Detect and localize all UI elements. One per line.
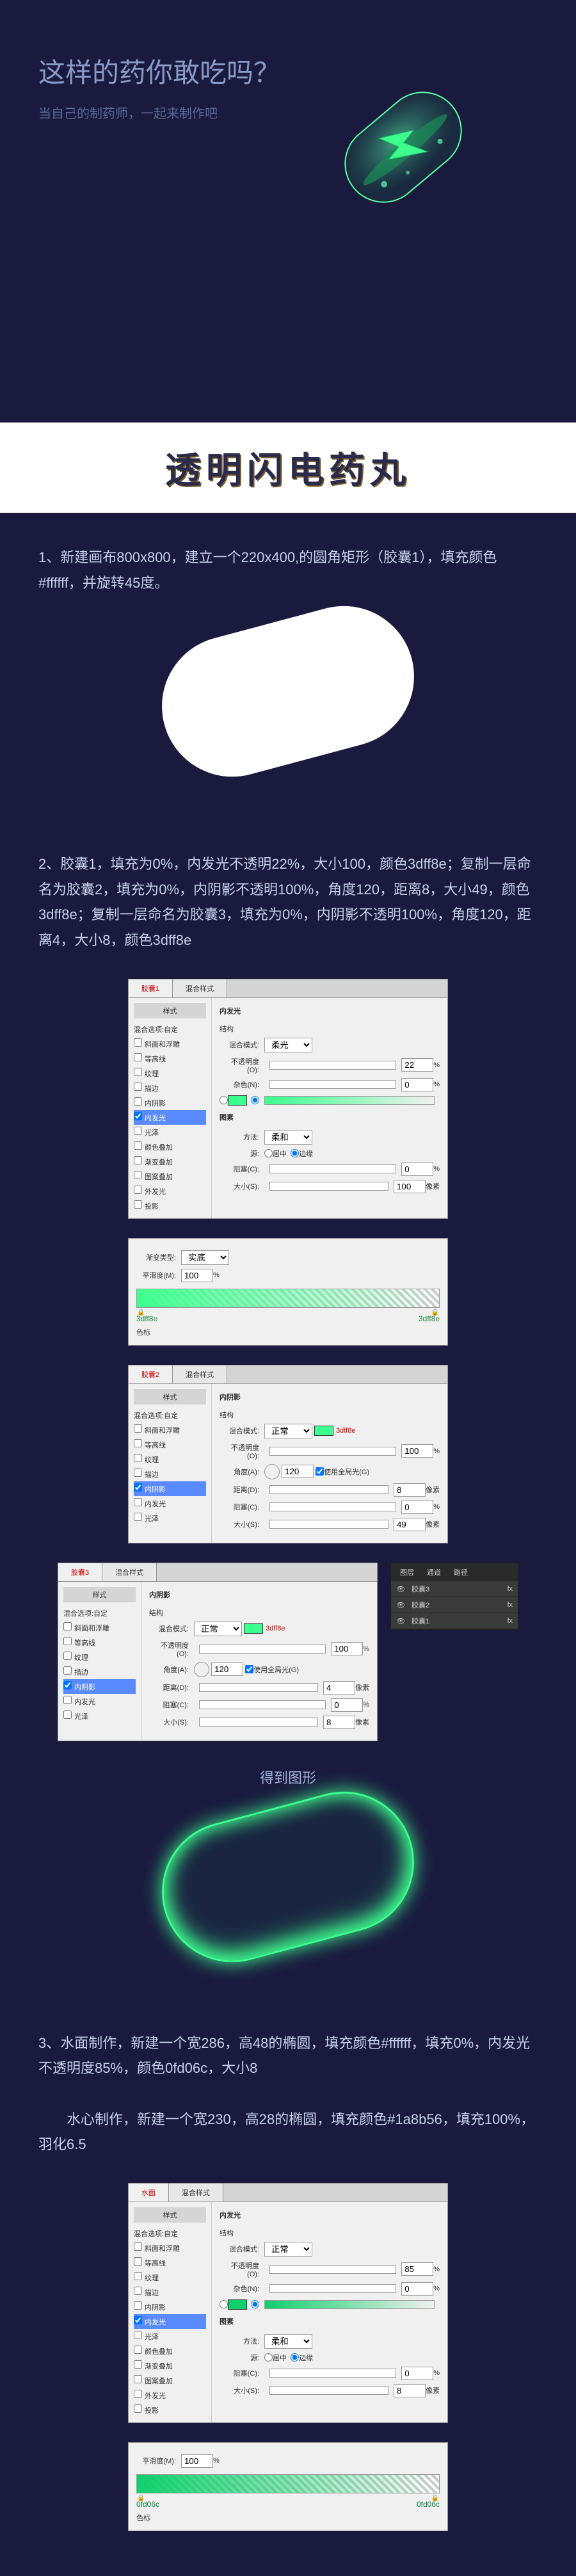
smooth-input[interactable] bbox=[181, 1269, 213, 1282]
lock-right-icon: 🔒 bbox=[431, 1309, 439, 1316]
noise-slider[interactable] bbox=[269, 1080, 396, 1089]
eye-icon[interactable]: 👁 bbox=[396, 1585, 406, 1593]
choke-slider[interactable] bbox=[269, 1164, 396, 1173]
white-capsule-shape bbox=[146, 590, 429, 793]
blend-mode-select[interactable]: 柔光 bbox=[264, 1038, 312, 1052]
source-center-radio[interactable] bbox=[264, 1149, 273, 1157]
opt-drop-shadow[interactable]: 投影 bbox=[134, 1198, 206, 1213]
method-label: 方法: bbox=[220, 1132, 264, 1142]
layer-style-panel-3: 胶囊3 混合样式 样式 混合选项:自定 斜面和浮雕 等高线 纹理 描边 内阴影 … bbox=[58, 1563, 378, 1741]
gradient-editor-2: 平滑度(M):% 🔒 🔒 0fd06c 0fd06c 色标 bbox=[128, 2442, 448, 2531]
pill-hero-illustration bbox=[294, 38, 512, 256]
color-swatch-2[interactable] bbox=[314, 1426, 333, 1436]
smooth-label: 平滑度(M): bbox=[136, 1270, 181, 1280]
section-structure: 结构 bbox=[220, 1024, 440, 1034]
size-label: 大小(S): bbox=[220, 1181, 264, 1191]
step-3-text: 3、水面制作，新建一个宽286，高48的椭圆，填充颜色#ffffff，填充0%，… bbox=[38, 2031, 538, 2081]
noise-label: 杂色(N): bbox=[220, 1079, 264, 1090]
layer-style-panel-2: 胶囊2 混合样式 样式 混合选项:自定 斜面和浮雕 等高线 纹理 描边 内阴影 … bbox=[128, 1365, 448, 1543]
lock-left-icon: 🔒 bbox=[137, 1309, 145, 1316]
layer-row[interactable]: 👁胶囊1fx bbox=[391, 1613, 518, 1629]
banner-title: 透明闪电药丸 bbox=[0, 423, 576, 513]
panel-tab-capsule2[interactable]: 胶囊2 bbox=[129, 1365, 173, 1383]
opt-inner-glow[interactable]: 内发光 bbox=[134, 1110, 206, 1125]
noise-input[interactable] bbox=[401, 1078, 433, 1091]
gradient-type-select[interactable]: 实底 bbox=[181, 1250, 229, 1265]
panel-tab-capsule1[interactable]: 胶囊1 bbox=[129, 979, 173, 997]
color-stop-label: 色标 bbox=[136, 1327, 440, 1337]
angle-dial-icon[interactable] bbox=[264, 1464, 280, 1479]
color-radio[interactable] bbox=[220, 1096, 228, 1104]
layer-row[interactable]: 👁胶囊3fx bbox=[391, 1581, 518, 1597]
step-2: 2、胶囊1，填充为0%，内发光不透明22%，大小100，颜色3dff8e；复制一… bbox=[0, 819, 576, 1998]
gradient-type-label: 渐变类型: bbox=[136, 1252, 181, 1262]
opt-texture[interactable]: 纹理 bbox=[134, 1066, 206, 1081]
step-3b-text: 水心制作，新建一个宽230，高28的椭圆，填充颜色#1a8b56，填充100%，… bbox=[38, 2107, 538, 2157]
layer-style-panel-4: 水面 混合样式 样式 混合选项:自定 斜面和浮雕 等高线 纹理 描边 内阴影 内… bbox=[128, 2183, 448, 2423]
opt-bevel[interactable]: 斜面和浮雕 bbox=[134, 1036, 206, 1051]
blend-mode-label: 混合模式: bbox=[220, 1040, 264, 1050]
blend-mode-select-2[interactable]: 正常 bbox=[264, 1424, 312, 1438]
hero: 这样的药你敢吃吗？ 当自己的制药师，一起来制作吧 bbox=[0, 0, 576, 423]
method-select[interactable]: 柔和 bbox=[264, 1130, 312, 1145]
opt-contour[interactable]: 等高线 bbox=[134, 1051, 206, 1066]
gradient-bar[interactable]: 🔒 🔒 bbox=[136, 1289, 440, 1308]
lock-left-icon: 🔒 bbox=[137, 2495, 145, 2502]
opt-gradient-overlay[interactable]: 渐变叠加 bbox=[134, 1154, 206, 1169]
layers-tab[interactable]: 图层 bbox=[394, 1566, 420, 1579]
section-inner-glow: 内发光 bbox=[220, 1006, 440, 1018]
color-swatch-icon[interactable] bbox=[228, 1095, 247, 1106]
style-list: 样式 混合选项:自定 斜面和浮雕 等高线 纹理 描边 内阴影 内发光 光泽 颜色… bbox=[129, 998, 212, 1218]
opt-color-overlay[interactable]: 颜色叠加 bbox=[134, 1139, 206, 1154]
opt-pattern-overlay[interactable]: 图案叠加 bbox=[134, 1169, 206, 1184]
opt-inner-shadow-2[interactable]: 内阴影 bbox=[134, 1481, 206, 1496]
gradient-editor-1: 渐变类型:实底 平滑度(M):% 🔒 🔒 3dff8e 3dff8e 色标 bbox=[128, 1238, 448, 1346]
gradient-bar-2[interactable]: 🔒 🔒 bbox=[136, 2474, 440, 2493]
layers-panel: 图层 通道 路径 👁胶囊3fx 👁胶囊2fx 👁胶囊1fx bbox=[390, 1563, 518, 1630]
section-elements: 图素 bbox=[220, 1112, 440, 1125]
opacity-label: 不透明度(O): bbox=[220, 1056, 264, 1074]
panel-tab-capsule3[interactable]: 胶囊3 bbox=[58, 1563, 102, 1581]
blend-options-label: 混合选项:自定 bbox=[134, 1022, 206, 1036]
panel-tab-water[interactable]: 水面 bbox=[129, 2184, 169, 2202]
size-slider[interactable] bbox=[269, 1182, 388, 1191]
step-2-text: 2、胶囊1，填充为0%，内发光不透明22%，大小100，颜色3dff8e；复制一… bbox=[38, 851, 538, 953]
opacity-input[interactable] bbox=[401, 1058, 433, 1072]
style-list-2: 样式 混合选项:自定 斜面和浮雕 等高线 纹理 描边 内阴影 内发光 光泽 bbox=[129, 1384, 212, 1543]
step-1-text: 1、新建画布800x800，建立一个220x400,的圆角矩形（胶囊1），填充颜… bbox=[38, 545, 538, 595]
eye-icon[interactable]: 👁 bbox=[396, 1617, 406, 1625]
choke-label: 阻塞(C): bbox=[220, 1164, 264, 1174]
lock-right-icon: 🔒 bbox=[431, 2495, 439, 2502]
panel-tab-blend2[interactable]: 混合样式 bbox=[173, 1365, 227, 1383]
source-edge-radio[interactable] bbox=[291, 1149, 299, 1157]
glow-capsule-result bbox=[146, 1776, 429, 1978]
result-label: 得到图形 bbox=[38, 1767, 538, 1787]
opt-inner-shadow[interactable]: 内阴影 bbox=[134, 1095, 206, 1110]
size-input[interactable] bbox=[394, 1180, 426, 1193]
panel-tab-blend[interactable]: 混合样式 bbox=[173, 979, 227, 997]
opt-outer-glow[interactable]: 外发光 bbox=[134, 1184, 206, 1198]
style-list-title: 样式 bbox=[134, 1003, 206, 1018]
opacity-slider[interactable] bbox=[269, 1061, 396, 1070]
gradient-preview[interactable] bbox=[264, 1096, 435, 1105]
angle-dial-icon[interactable] bbox=[194, 1662, 209, 1677]
step-1: 1、新建画布800x800，建立一个220x400,的圆角矩形（胶囊1），填充颜… bbox=[0, 513, 576, 819]
step-3: 3、水面制作，新建一个宽286，高48的椭圆，填充颜色#ffffff，填充0%，… bbox=[0, 1999, 576, 2576]
source-label: 源: bbox=[220, 1148, 264, 1159]
layer-row[interactable]: 👁胶囊2fx bbox=[391, 1597, 518, 1613]
layer-style-panel-1: 胶囊1 混合样式 样式 混合选项:自定 斜面和浮雕 等高线 纹理 描边 内阴影 … bbox=[128, 979, 448, 1219]
gradient-radio[interactable] bbox=[251, 1096, 259, 1104]
choke-input[interactable] bbox=[401, 1163, 433, 1176]
opt-satin[interactable]: 光泽 bbox=[134, 1125, 206, 1139]
opt-stroke[interactable]: 描边 bbox=[134, 1081, 206, 1095]
eye-icon[interactable]: 👁 bbox=[396, 1601, 406, 1609]
